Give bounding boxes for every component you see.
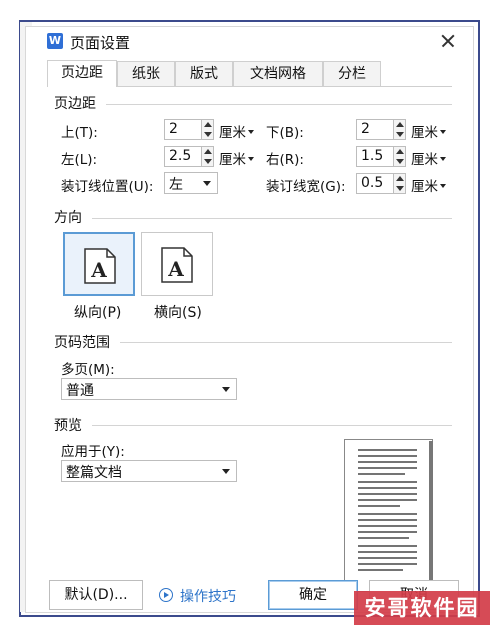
tab-paper[interactable]: 纸张 — [117, 61, 175, 86]
site-watermark: 安哥软件园 — [354, 591, 490, 625]
chevron-down-icon — [222, 469, 230, 474]
gutter-width-spin-icon[interactable] — [393, 173, 406, 194]
chevron-down-icon — [440, 157, 446, 161]
page-preview-lines — [358, 449, 417, 571]
tab-layout[interactable]: 版式 — [175, 61, 233, 86]
right-margin-spin-icon[interactable] — [393, 146, 406, 167]
right-margin-unit[interactable]: 厘米 — [411, 148, 446, 168]
left-margin-spin-icon[interactable] — [201, 146, 214, 167]
section-title-margins: 页边距 — [54, 96, 96, 112]
chevron-down-icon — [203, 181, 211, 186]
preview-shadow — [429, 441, 433, 592]
wps-app-icon: W — [47, 33, 63, 49]
gutter-width-value: 0.5 — [361, 175, 384, 191]
section-rule — [92, 425, 452, 426]
dialog-title: 页面设置 — [70, 34, 131, 52]
apply-to-value: 整篇文档 — [66, 465, 122, 481]
bottom-margin-unit[interactable]: 厘米 — [411, 121, 446, 141]
top-margin-value: 2 — [169, 121, 178, 137]
apply-to-select[interactable]: 整篇文档 — [61, 460, 237, 482]
bottom-margin-label: 下(B): — [266, 125, 304, 141]
gutter-width-unit[interactable]: 厘米 — [411, 175, 446, 195]
tab-columns[interactable]: 分栏 — [323, 61, 381, 86]
multiple-pages-value: 普通 — [66, 383, 94, 399]
landscape-label[interactable]: 横向(S) — [154, 302, 202, 322]
chevron-down-icon — [440, 184, 446, 188]
left-margin-value: 2.5 — [169, 148, 192, 164]
gutter-width-label: 装订线宽(G): — [266, 179, 346, 195]
page-setup-dialog: W 页面设置 页边距 纸张 版式 文档网格 分栏 页边距 上(T): 2 厘米 … — [26, 27, 473, 612]
tab-margins[interactable]: 页边距 — [47, 60, 117, 87]
portrait-document-icon: A — [84, 248, 116, 284]
gutter-position-select[interactable]: 左 — [164, 172, 218, 194]
landscape-document-icon: A — [161, 247, 193, 283]
svg-text:A: A — [167, 257, 184, 281]
landscape-option[interactable]: A — [141, 232, 213, 296]
section-rule — [92, 218, 452, 219]
gutter-position-label: 装订线位置(U): — [61, 179, 154, 195]
portrait-option[interactable]: A — [63, 232, 135, 296]
bottom-margin-spin-icon[interactable] — [393, 119, 406, 140]
chevron-down-icon — [248, 157, 254, 161]
page-preview — [344, 439, 433, 592]
right-margin-label: 右(R): — [266, 152, 304, 168]
top-margin-spin-icon[interactable] — [201, 119, 214, 140]
section-title-orientation: 方向 — [54, 210, 82, 226]
top-margin-label: 上(T): — [61, 125, 98, 141]
left-margin-unit[interactable]: 厘米 — [219, 148, 254, 168]
chevron-down-icon — [222, 387, 230, 392]
section-title-preview: 预览 — [54, 418, 82, 434]
chevron-down-icon — [248, 130, 254, 134]
gutter-position-value: 左 — [169, 177, 183, 193]
left-margin-label: 左(L): — [61, 152, 98, 168]
close-icon[interactable] — [435, 29, 461, 53]
tab-document-grid[interactable]: 文档网格 — [233, 61, 323, 86]
section-rule — [120, 342, 452, 343]
ok-button[interactable]: 确定 — [268, 580, 358, 610]
top-margin-unit[interactable]: 厘米 — [219, 121, 254, 141]
title-bar: W 页面设置 — [26, 27, 473, 57]
right-margin-value: 1.5 — [361, 148, 384, 164]
default-button[interactable]: 默认(D)... — [49, 580, 143, 610]
apply-to-label: 应用于(Y): — [61, 444, 125, 460]
chevron-down-icon — [440, 130, 446, 134]
multiple-pages-select[interactable]: 普通 — [61, 378, 237, 400]
svg-text:A: A — [90, 258, 107, 282]
section-rule — [106, 104, 452, 105]
tips-link[interactable]: 操作技巧 — [180, 586, 236, 606]
multiple-pages-label: 多页(M): — [61, 362, 115, 378]
section-title-page-range: 页码范围 — [54, 335, 110, 351]
bottom-margin-value: 2 — [361, 121, 370, 137]
portrait-label[interactable]: 纵向(P) — [74, 302, 121, 322]
play-circle-icon[interactable] — [159, 588, 173, 602]
